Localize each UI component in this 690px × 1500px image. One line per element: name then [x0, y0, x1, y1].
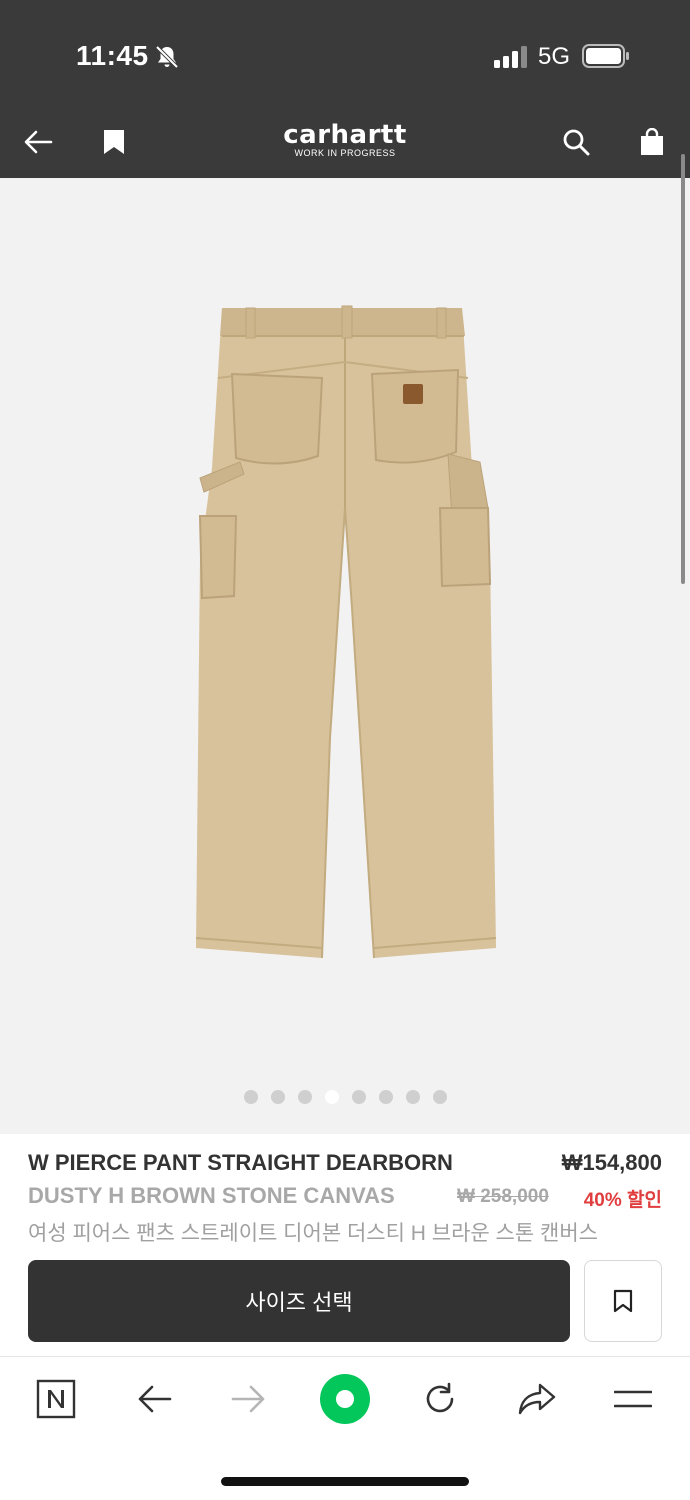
sale-price: ₩154,800	[561, 1150, 662, 1175]
product-color-name: DUSTY H BROWN STONE CANVAS	[28, 1183, 395, 1208]
carousel-dot[interactable]	[405, 1090, 420, 1104]
menu-button[interactable]	[605, 1375, 661, 1423]
battery-icon	[582, 44, 629, 68]
bookmark-icon	[104, 130, 124, 154]
bell-slash-icon	[155, 45, 179, 69]
discount-badge: 40% 할인	[583, 1190, 662, 1211]
carousel-dot[interactable]	[297, 1090, 312, 1104]
forward-icon	[231, 1385, 265, 1413]
product-info-panel: W PIERCE PANT STRAIGHT DEARBORN ₩154,800…	[0, 1134, 690, 1356]
refresh-icon	[426, 1382, 454, 1413]
back-button[interactable]	[18, 122, 58, 162]
browser-back-button[interactable]	[126, 1375, 182, 1423]
original-price: ₩ 258,000	[457, 1186, 549, 1207]
status-time: 11:45	[76, 40, 149, 71]
wishlist-button[interactable]	[584, 1260, 662, 1342]
back-icon	[138, 1385, 172, 1413]
carousel-dot[interactable]	[378, 1090, 393, 1104]
green-circle-icon	[320, 1374, 370, 1424]
share-icon	[518, 1383, 556, 1415]
bookmark-outline-icon	[613, 1289, 633, 1313]
page-scrollbar[interactable]	[681, 154, 685, 584]
cart-button[interactable]	[632, 122, 672, 162]
naver-home-button[interactable]	[28, 1375, 84, 1423]
carousel-dot[interactable]	[432, 1090, 447, 1104]
bookmark-button[interactable]	[94, 122, 134, 162]
size-select-button[interactable]: 사이즈 선택	[28, 1260, 570, 1342]
product-name: W PIERCE PANT STRAIGHT DEARBORN	[28, 1150, 453, 1175]
site-header: carhartt WORK IN PROGRESS	[0, 104, 690, 178]
product-image-carousel[interactable]	[0, 178, 690, 1134]
back-arrow-icon	[24, 130, 53, 154]
carhartt-logo[interactable]: carhartt WORK IN PROGRESS	[264, 120, 426, 166]
share-button[interactable]	[509, 1375, 565, 1423]
status-bar: 11:45 5G	[0, 0, 690, 104]
product-photo	[195, 305, 497, 959]
signal-icon	[494, 46, 527, 68]
browser-forward-button[interactable]	[221, 1375, 277, 1423]
carousel-dot[interactable]	[270, 1090, 285, 1104]
carousel-dots	[0, 1090, 690, 1104]
network-type: 5G	[538, 43, 571, 70]
naver-n-icon	[36, 1379, 76, 1419]
naver-green-dot-button[interactable]	[317, 1374, 373, 1424]
carousel-dot-active[interactable]	[324, 1090, 339, 1104]
search-icon	[563, 129, 590, 156]
carousel-dot[interactable]	[351, 1090, 366, 1104]
size-select-label: 사이즈 선택	[245, 1290, 353, 1315]
refresh-button[interactable]	[412, 1375, 468, 1423]
shopping-bag-icon	[641, 128, 663, 155]
home-indicator[interactable]	[221, 1477, 469, 1486]
logo-wordmark: carhartt	[283, 120, 407, 150]
menu-icon	[614, 1390, 652, 1408]
carousel-dot[interactable]	[243, 1090, 258, 1104]
product-korean-name: 여성 피어스 팬츠 스트레이트 디어본 더스티 H 브라운 스톤 캔버스	[28, 1222, 598, 1245]
search-button[interactable]	[556, 122, 596, 162]
